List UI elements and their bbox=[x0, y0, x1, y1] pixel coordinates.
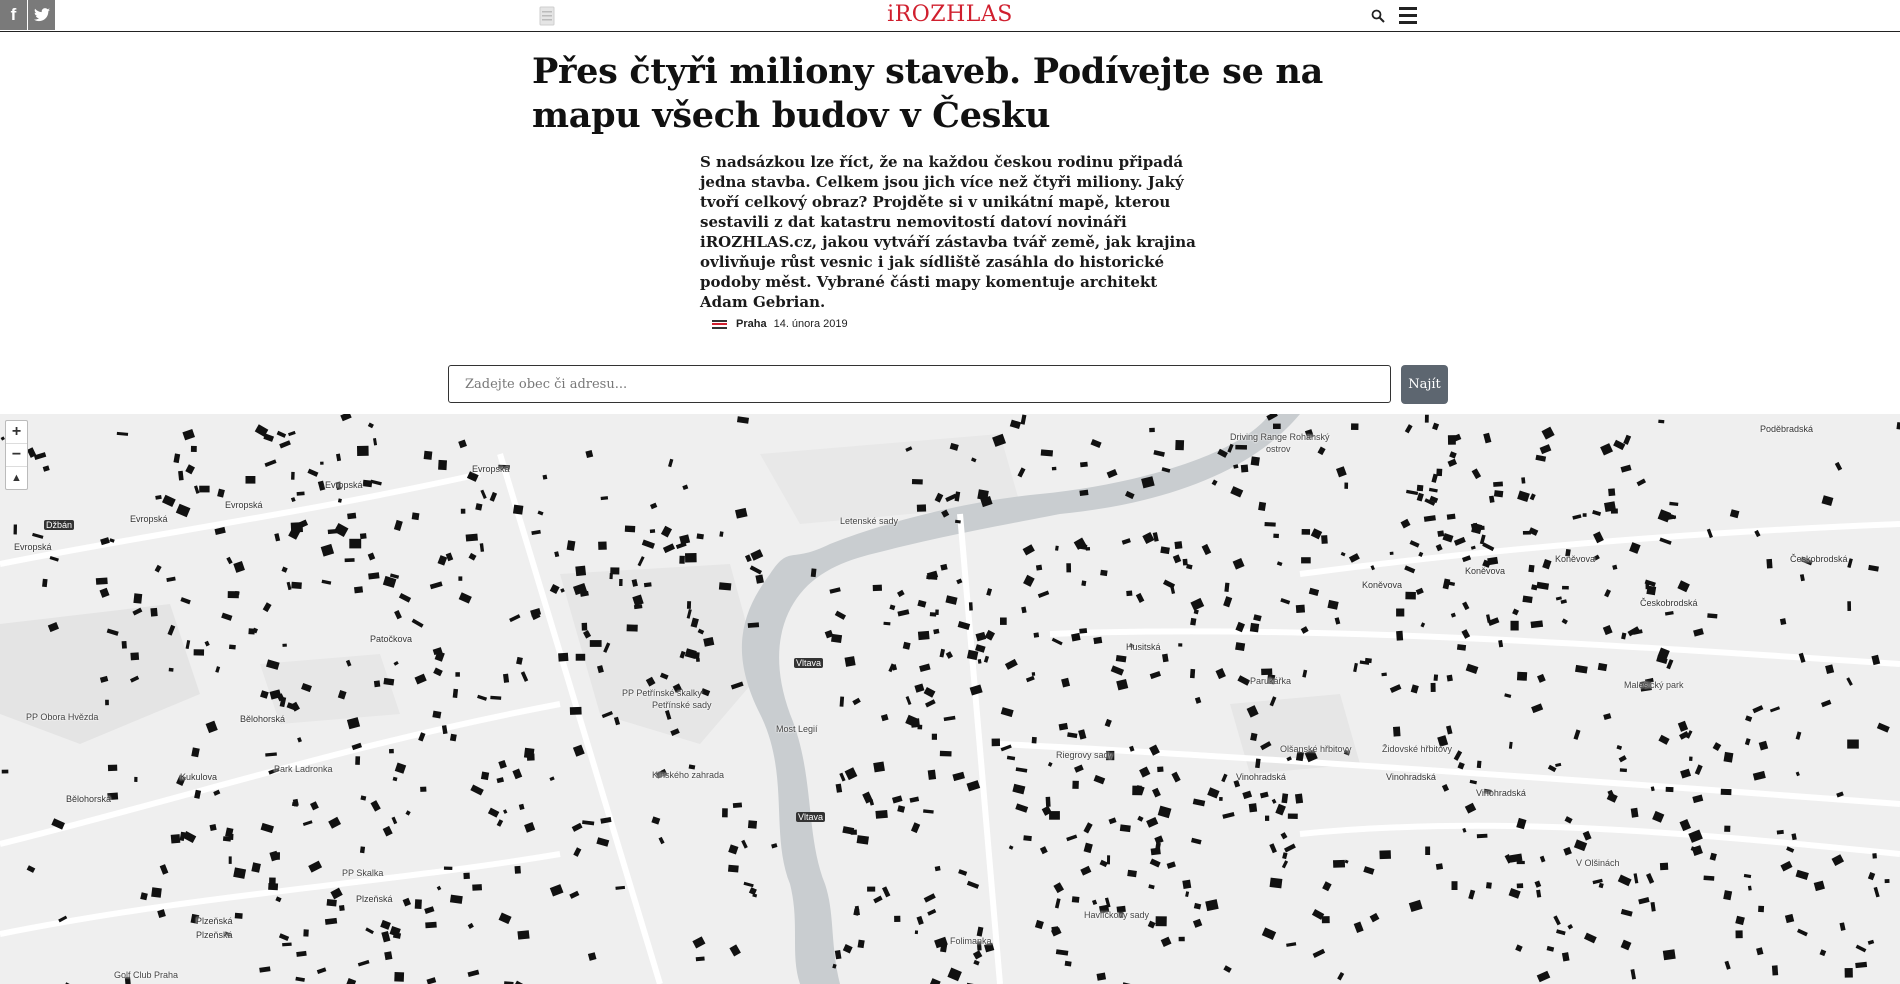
map-label: Husitská bbox=[1126, 642, 1161, 652]
map-label: Českobrodská bbox=[1640, 598, 1698, 608]
reset-north-button[interactable]: ▲ bbox=[6, 467, 27, 489]
buildings-map[interactable]: Džbán Evropská Evropská Evropská Evropsk… bbox=[0, 414, 1900, 984]
search-icon[interactable] bbox=[1371, 9, 1385, 23]
map-label: PP Skalka bbox=[342, 868, 384, 878]
radio-station-icon bbox=[712, 319, 727, 329]
map-label: Bělohorská bbox=[66, 794, 112, 804]
map-label: Evropská bbox=[472, 464, 510, 474]
map-label: Malešický park bbox=[1624, 680, 1684, 690]
map-label: Vinohradská bbox=[1236, 772, 1286, 782]
map-label: Plzeňská bbox=[356, 894, 393, 904]
map-label: Vltava bbox=[794, 658, 824, 668]
map-label: Evropská bbox=[225, 500, 263, 510]
zoom-out-button[interactable]: − bbox=[6, 444, 27, 467]
map-label: Evropská bbox=[325, 480, 363, 490]
site-logo[interactable]: iROZHLAS bbox=[0, 2, 1900, 27]
zoom-in-button[interactable]: + bbox=[6, 421, 27, 444]
article-date: 14. února 2019 bbox=[773, 318, 848, 330]
map-label: Židovské hřbitovy bbox=[1382, 744, 1453, 754]
hamburger-menu-icon[interactable] bbox=[1399, 7, 1417, 24]
map-label: Parukářka bbox=[1250, 676, 1292, 686]
map-label: Evropská bbox=[14, 542, 52, 552]
article-meta: Praha 14. února 2019 bbox=[712, 318, 848, 330]
map-label: Koněvova bbox=[1465, 566, 1506, 576]
map-label: Kukulova bbox=[180, 772, 218, 782]
map-label: Patočkova bbox=[370, 634, 413, 644]
map-label: Kinského zahrada bbox=[652, 770, 725, 780]
map-label: V Olšinách bbox=[1576, 858, 1620, 868]
top-bar: f iROZHLAS bbox=[0, 0, 1900, 32]
article-title: Přes čtyři miliony staveb. Podívejte se … bbox=[532, 51, 1323, 136]
map-label: Koněvova bbox=[1362, 580, 1403, 590]
map-label: Petřínské sady bbox=[652, 700, 712, 710]
map-label: Havlíčkovy sady bbox=[1084, 910, 1150, 920]
map-label: Poděbradská bbox=[1760, 424, 1814, 434]
article-place[interactable]: Praha bbox=[736, 318, 767, 330]
map-label: Letenské sady bbox=[840, 516, 899, 526]
map-label: ostrov bbox=[1266, 444, 1291, 454]
map-label: Vltava bbox=[796, 812, 826, 822]
map-label: Koněvova bbox=[1555, 554, 1596, 564]
map-label: Riegrovy sady bbox=[1056, 750, 1114, 760]
map-label: Folimanka bbox=[950, 936, 992, 946]
map-canvas[interactable] bbox=[0, 414, 1900, 984]
map-label: Golf Club Praha bbox=[114, 970, 179, 980]
address-search-input[interactable] bbox=[448, 365, 1391, 403]
map-label: Vinohradská bbox=[1386, 772, 1436, 782]
map-label: Park Ladronka bbox=[274, 764, 333, 774]
map-label: Driving Range Rohanský bbox=[1230, 432, 1330, 442]
article-perex: S nadsázkou lze říct, že na každou česko… bbox=[700, 153, 1196, 311]
map-zoom-controls: + − ▲ bbox=[5, 420, 28, 490]
map-label: Olšanské hřbitovy bbox=[1280, 744, 1352, 754]
map-label: Evropská bbox=[130, 514, 168, 524]
map-label: Bělohorská bbox=[240, 714, 286, 724]
map-label: Plzeňská bbox=[196, 916, 233, 926]
map-label: PP Petřínské skalky bbox=[622, 688, 702, 698]
map-label: PP Obora Hvězda bbox=[26, 712, 99, 722]
map-label: Vinohradská bbox=[1476, 788, 1526, 798]
map-label: Most Legií bbox=[776, 724, 818, 734]
map-label: Českobrodská bbox=[1790, 554, 1848, 564]
find-button[interactable]: Najít bbox=[1401, 365, 1448, 404]
map-label: Plzeňská bbox=[196, 930, 233, 940]
map-label: Džbán bbox=[44, 520, 75, 530]
